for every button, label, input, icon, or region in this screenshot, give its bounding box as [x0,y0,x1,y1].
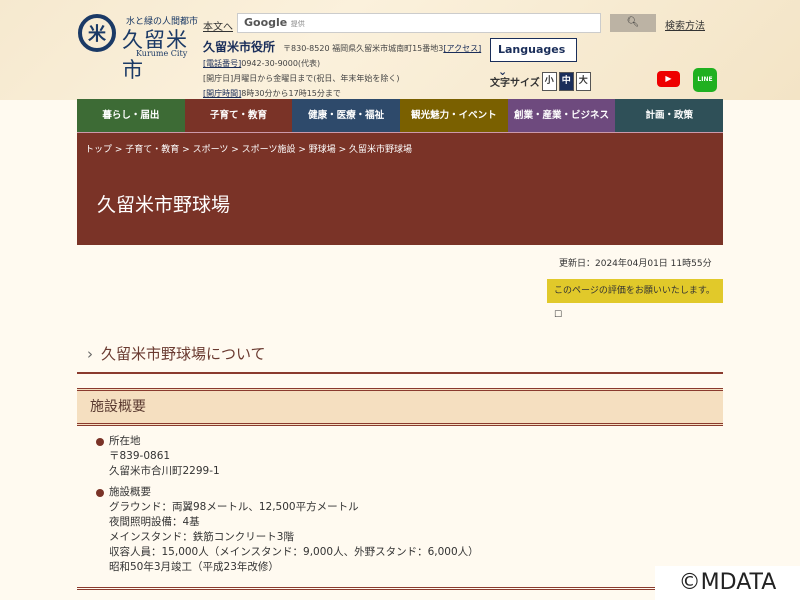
item-line: 夜間照明設備：4基 [109,516,200,528]
office-address: 〒830-8520 福岡県久留米市城南町15番地3 [283,44,444,53]
font-size-control: 文字サイズ 小 中 大 [490,72,591,91]
nav-item-health-welfare[interactable]: 健康・医療・福祉 [292,99,401,132]
open-days: [開庁日]月曜日から金曜日まで(祝日、年末年始を除く) [203,74,400,83]
access-link[interactable]: [アクセス] [443,44,481,53]
phone-link[interactable]: [電話番号] [203,59,241,68]
font-size-label: 文字サイズ [490,78,540,89]
search-icon: 🔍︎ [626,17,640,28]
item-line: 昭和50年3月竣工（平成23年改修） [109,561,279,573]
facility-list: 所在地 〒839-0861 久留米市合川町2299-1 施設概要 グラウンド：両… [96,434,479,581]
list-item: 施設概要 グラウンド：両翼98メートル、12,500平方メートル 夜間照明設備：… [96,485,479,575]
nav-item-tourism-events[interactable]: 観光魅力・イベント [400,99,508,132]
breadcrumb-sports[interactable]: スポーツ [193,145,229,155]
languages-dropdown[interactable]: Languages ⌄ [490,38,577,78]
skip-to-content-link[interactable]: 本文へ [203,18,233,33]
evaluation-box: このページの評価をお願いいたします。 ☐ [547,279,723,320]
section-heading-text: 久留米市野球場について [101,345,266,363]
search-input[interactable]: Google 提供 [237,13,601,33]
youtube-icon[interactable]: ▶ [657,71,680,87]
office-name: 久留米市役所 [203,40,276,54]
list-item: 所在地 〒839-0861 久留米市合川町2299-1 [96,434,479,479]
search-provider: 提供 [290,20,305,28]
office-hours: 8時30分から17時15分まで [241,89,341,98]
logo-english: Kurume City [136,49,188,58]
item-title: 所在地 [109,435,141,447]
item-line: グラウンド：両翼98メートル、12,500平方メートル [109,501,359,513]
line-icon[interactable]: LINE [693,68,717,92]
languages-label: Languages [498,43,566,56]
section-heading: › 久留米市野球場について [77,340,723,374]
hours-link[interactable]: [開庁時間] [203,89,241,98]
site-logo[interactable]: 米 水と緑の人間都市 久留米市 Kurume City [78,14,198,82]
item-line: メインスタンド：鉄筋コンクリート3階 [109,531,294,543]
breadcrumb-sports-facilities[interactable]: スポーツ施設 [242,145,296,155]
office-info: 久留米市役所 〒830-8520 福岡県久留米市城南町15番地3[アクセス] [電… [203,40,481,101]
breadcrumb: トップ > 子育て・教育 > スポーツ > スポーツ施設 > 野球場 > 久留米… [85,145,413,155]
nav-item-childcare-education[interactable]: 子育て・教育 [184,99,293,132]
section-divider [77,587,723,591]
subsection-heading: 施設概要 [77,388,723,426]
search-placeholder: Google [244,16,288,29]
font-size-large[interactable]: 大 [575,72,591,91]
watermark: ©MDATA [655,566,800,600]
site-header: 米 水と緑の人間都市 久留米市 Kurume City 本文へ Google 提… [0,0,800,100]
page-title: 久留米市野球場 [97,194,231,216]
item-line: 収容人員：15,000人（メインスタンド：9,000人、外野スタンド：6,000… [109,546,479,558]
evaluation-link[interactable]: このページの評価をお願いいたします。 [554,286,715,296]
nav-item-business[interactable]: 創業・産業・ビジネス [507,99,616,132]
chevron-right-icon: › [87,345,93,363]
updated-date: 更新日：2024年04月01日 11時55分 [559,259,712,269]
nav-item-planning-policy[interactable]: 計画・政策 [615,99,724,132]
item-line: 久留米市合川町2299-1 [109,465,220,477]
item-line: 〒839-0861 [109,450,171,462]
window-icon: ☐ [554,310,563,320]
line-label: LINE [697,76,713,83]
search-help-link[interactable]: 検索方法 [665,17,705,32]
font-size-medium[interactable]: 中 [558,72,574,91]
breadcrumb-childcare[interactable]: 子育て・教育 [125,145,179,155]
page-banner: トップ > 子育て・教育 > スポーツ > スポーツ施設 > 野球場 > 久留米… [77,132,723,245]
breadcrumb-baseball[interactable]: 野球場 [309,145,336,155]
phone-number: 0942-30-9000(代表) [241,59,321,68]
breadcrumb-current: 久留米市野球場 [349,145,413,155]
search-button[interactable]: 🔍︎ [610,14,656,32]
font-size-small[interactable]: 小 [541,72,557,91]
city-emblem-icon: 米 [78,14,116,52]
nav-item-living[interactable]: 暮らし・届出 [77,99,185,132]
item-title: 施設概要 [109,486,151,498]
global-nav: 暮らし・届出 子育て・教育 健康・医療・福祉 観光魅力・イベント 創業・産業・ビ… [77,99,724,132]
breadcrumb-top[interactable]: トップ [85,145,112,155]
